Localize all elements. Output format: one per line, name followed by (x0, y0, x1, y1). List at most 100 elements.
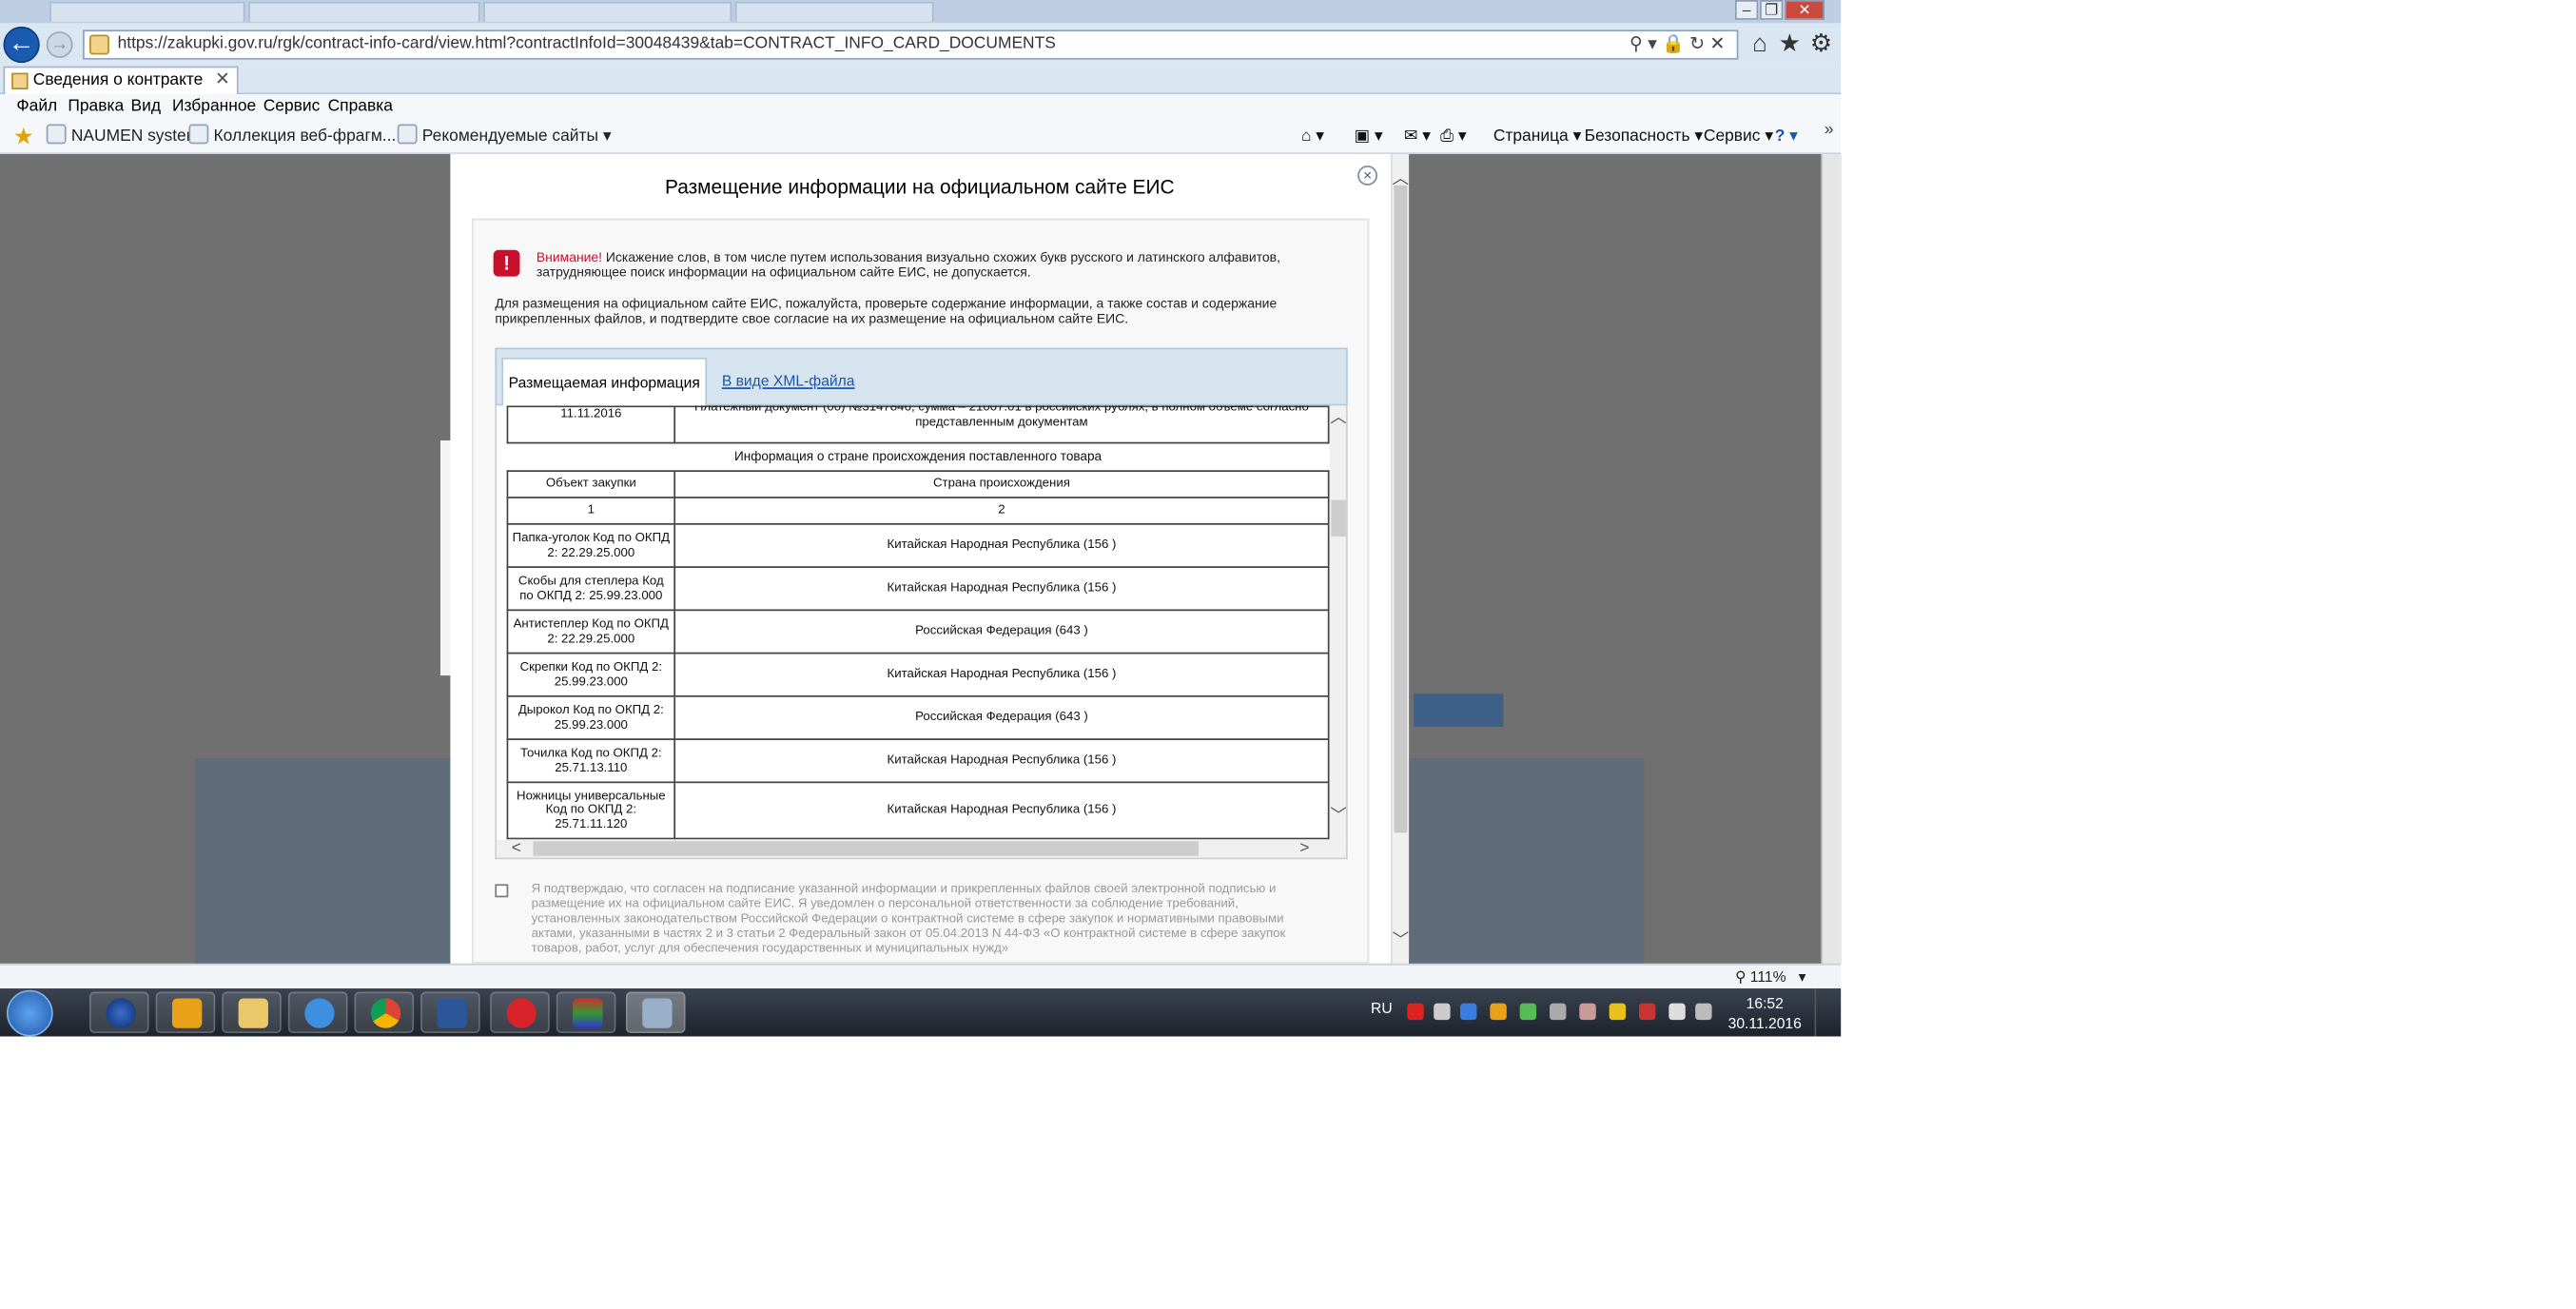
table-vscroll-thumb[interactable] (1331, 499, 1346, 537)
page-icon (188, 124, 209, 145)
chevron-more-icon[interactable]: » (1825, 112, 1834, 147)
table-row: Скобы для степлера Код по ОКПД 2: 25.99.… (506, 566, 1330, 612)
help-icon[interactable]: ? ▾ (1775, 119, 1798, 154)
stage: – ❐ ✕ ← → https://zakupki.gov.ru/rgk/con… (0, 0, 2576, 1305)
dialog-scrollbar[interactable]: ︿ ﹀ (1390, 153, 1410, 964)
taskbar-chrome-icon[interactable] (354, 991, 415, 1034)
table-horizontal-scrollbar[interactable]: < > (497, 839, 1346, 858)
rss-feed-icon[interactable]: ▣ ▾ (1355, 119, 1383, 154)
menu-file[interactable]: Файл (16, 94, 57, 119)
taskbar-folder-icon[interactable] (222, 991, 282, 1034)
country-cell: Китайская Народная Республика (156 ) (673, 522, 1330, 568)
warning-body: Искажение слов, в том числе путем исполь… (536, 249, 1280, 281)
menu-view[interactable]: Вид (130, 94, 160, 119)
tab-contract-info[interactable]: Сведения о контракте ✕ (3, 66, 239, 95)
zoom-control[interactable]: ⚲ 111% ▾ (1735, 966, 1806, 988)
favorite-webslice[interactable]: Коллекция веб-фрагм... ▾ (188, 119, 409, 154)
tab-title: Сведения о контракте (32, 70, 204, 89)
taskbar-word-icon[interactable] (420, 991, 480, 1034)
background-tab[interactable] (734, 1, 934, 22)
info-table-scroll-area: 11.11.2016 Платежный документ (00) №3147… (506, 405, 1330, 840)
scroll-left-icon[interactable]: < (512, 839, 521, 857)
mail-icon[interactable]: ✉ ▾ (1404, 119, 1431, 154)
start-button-icon[interactable] (6, 989, 53, 1037)
tray-icon[interactable] (1490, 1003, 1507, 1021)
volume-icon[interactable] (1669, 1003, 1686, 1021)
home-icon[interactable]: ⌂ (1745, 29, 1774, 59)
info-table: 11.11.2016 Платежный документ (00) №3147… (506, 405, 1330, 840)
favorite-suggested[interactable]: Рекомендуемые сайты ▾ (397, 119, 612, 154)
taskbar-outlook-icon[interactable] (155, 991, 216, 1034)
taskbar-app-icon[interactable] (556, 991, 616, 1034)
menu-bar: Файл Правка Вид Избранное Сервис Справка (0, 94, 1842, 120)
object-cell: Дырокол Код по ОКПД 2: 25.99.23.000 (506, 694, 676, 740)
object-cell: Ножницы универсальные Код по ОКПД 2: 25.… (506, 781, 676, 840)
background-tab[interactable] (483, 1, 732, 22)
menu-page[interactable]: Страница ▾ (1493, 119, 1581, 154)
scroll-up-icon[interactable]: ︿ (1330, 410, 1346, 427)
print-icon[interactable]: ⎙ ▾ (1440, 119, 1467, 154)
clock-date: 30.11.2016 (1727, 1014, 1802, 1032)
dialog-scroll-thumb[interactable] (1394, 185, 1408, 833)
show-desktop-button[interactable] (1814, 988, 1841, 1037)
tray-icon[interactable] (1434, 1003, 1451, 1021)
taskbar-app-icon[interactable] (88, 991, 149, 1034)
gear-icon[interactable]: ⚙ (1806, 29, 1836, 59)
bluetooth-icon[interactable] (1460, 1003, 1477, 1021)
table-caption-row: Информация о стране происхождения постав… (507, 443, 1328, 472)
background-tab[interactable] (49, 1, 245, 22)
menu-edit[interactable]: Правка (68, 94, 124, 119)
page-scrollbar[interactable] (1821, 153, 1842, 964)
table-row: Дырокол Код по ОКПД 2: 25.99.23.000 Росс… (506, 694, 1330, 740)
tray-icon[interactable] (1550, 1003, 1567, 1021)
tray-icon[interactable] (1579, 1003, 1596, 1021)
window-close-icon[interactable]: ✕ (1785, 0, 1825, 20)
confirmation-text: Я подтверждаю, что согласен на подписани… (531, 880, 1286, 956)
favorite-naumen[interactable]: NAUMEN system (46, 119, 201, 154)
menu-service[interactable]: Сервис ▾ (1704, 119, 1773, 154)
info-table-viewport: 11.11.2016 Платежный документ (00) №3147… (495, 405, 1348, 860)
clock[interactable]: 16:52 30.11.2016 (1722, 993, 1808, 1033)
tab-placed-info[interactable]: Размещаемая информация (501, 357, 708, 408)
background-tab[interactable] (248, 1, 480, 22)
scroll-down-icon[interactable]: ﹀ (1393, 926, 1409, 950)
add-favorite-star-icon[interactable]: ★ (13, 125, 34, 147)
restore-icon[interactable]: ❐ (1760, 0, 1784, 20)
taskbar: RU 16:52 30.11.2016 (0, 988, 1842, 1037)
tab-xml-file[interactable]: В виде XML-файла (722, 358, 855, 407)
back-arrow-icon[interactable]: ← (3, 26, 40, 64)
menu-security[interactable]: Безопасность ▾ (1585, 119, 1704, 154)
favorites-bar: ★ NAUMEN system Коллекция веб-фрагм... ▾… (0, 119, 1842, 154)
scroll-right-icon[interactable]: > (1299, 839, 1309, 857)
address-bar[interactable]: https://zakupki.gov.ru/rgk/contract-info… (83, 29, 1739, 60)
scroll-down-icon[interactable]: ﹀ (1330, 809, 1346, 826)
confirm-checkbox[interactable] (495, 884, 509, 898)
tray-icon[interactable] (1609, 1003, 1627, 1021)
zoom-level: 111% (1749, 968, 1786, 986)
menu-help[interactable]: Справка (328, 94, 393, 119)
table-vertical-scrollbar[interactable]: ︿ ﹀ (1329, 405, 1346, 840)
minimize-icon[interactable]: – (1734, 0, 1759, 20)
country-cell: Китайская Народная Республика (156 ) (673, 781, 1330, 840)
country-cell: Китайская Народная Республика (156 ) (673, 652, 1330, 697)
network-icon[interactable] (1695, 1003, 1712, 1021)
tray-icon[interactable] (1638, 1003, 1656, 1021)
tray-icon[interactable] (1519, 1003, 1537, 1021)
object-cell: Скобы для степлера Код по ОКПД 2: 25.99.… (506, 566, 676, 612)
warning-icon: ! (493, 249, 520, 277)
payment-date: 11.11.2016 (506, 405, 676, 434)
tray-icon[interactable] (1407, 1003, 1424, 1021)
taskbar-app-icon[interactable] (490, 991, 550, 1034)
taskbar-ie-icon[interactable] (287, 991, 348, 1034)
menu-favorites[interactable]: Избранное (172, 94, 256, 119)
forward-arrow-icon[interactable]: → (46, 31, 73, 58)
language-indicator[interactable]: RU (1371, 1000, 1393, 1016)
taskbar-app-icon[interactable] (625, 991, 686, 1034)
favorites-star-icon[interactable]: ★ (1775, 29, 1805, 59)
menu-tools[interactable]: Сервис (263, 94, 321, 119)
tab-close-icon[interactable]: ✕ (215, 68, 230, 92)
address-tools-icons[interactable]: ⚲▾🔒↻✕ (1630, 31, 1730, 58)
dialog-close-icon[interactable]: × (1357, 166, 1378, 186)
table-hscroll-thumb[interactable] (533, 841, 1200, 856)
home-cmd-icon[interactable]: ⌂ ▾ (1301, 119, 1324, 154)
